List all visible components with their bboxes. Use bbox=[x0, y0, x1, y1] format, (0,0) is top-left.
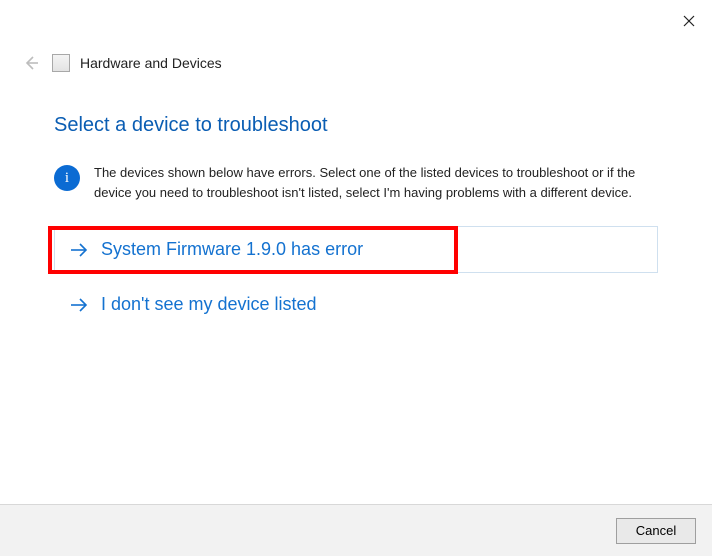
info-icon: i bbox=[54, 165, 80, 191]
info-glyph: i bbox=[65, 170, 69, 187]
option-firmware-wrap: System Firmware 1.9.0 has error bbox=[54, 226, 658, 273]
option-not-listed[interactable]: I don't see my device listed bbox=[54, 281, 658, 328]
arrow-right-icon bbox=[69, 240, 89, 260]
close-button[interactable] bbox=[678, 10, 700, 32]
wizard-header: Hardware and Devices bbox=[0, 38, 712, 84]
heading: Select a device to troubleshoot bbox=[54, 114, 658, 137]
cancel-button[interactable]: Cancel bbox=[616, 518, 696, 544]
content-area: Select a device to troubleshoot i The de… bbox=[0, 84, 712, 328]
titlebar bbox=[0, 0, 712, 38]
arrow-right-icon bbox=[69, 295, 89, 315]
info-text: The devices shown below have errors. Sel… bbox=[94, 163, 658, 202]
page-title: Hardware and Devices bbox=[80, 55, 222, 71]
back-arrow-icon bbox=[23, 55, 39, 71]
info-row: i The devices shown below have errors. S… bbox=[54, 163, 658, 202]
close-icon bbox=[683, 15, 695, 27]
footer: Cancel bbox=[0, 504, 712, 556]
option-firmware[interactable]: System Firmware 1.9.0 has error bbox=[54, 226, 658, 273]
back-button[interactable] bbox=[20, 52, 42, 74]
option-not-listed-wrap: I don't see my device listed bbox=[54, 281, 658, 328]
option-firmware-label: System Firmware 1.9.0 has error bbox=[101, 239, 363, 260]
troubleshooter-icon bbox=[52, 54, 70, 72]
option-not-listed-label: I don't see my device listed bbox=[101, 294, 317, 315]
